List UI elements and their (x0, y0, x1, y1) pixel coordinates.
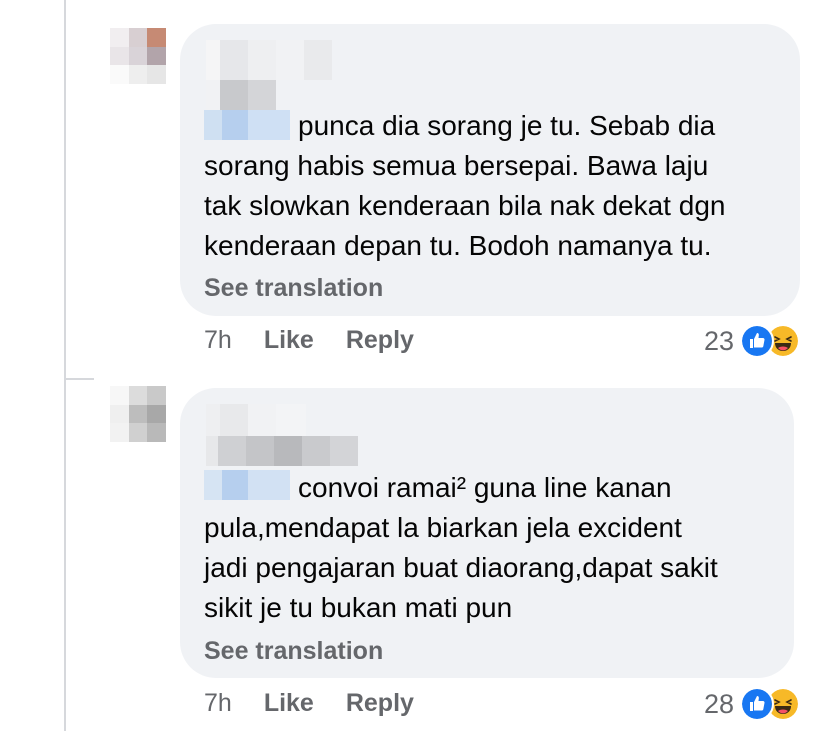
reaction-count: 28 (704, 688, 735, 719)
comment-actions: 7h Like Reply (204, 689, 446, 718)
avatar[interactable] (110, 386, 166, 442)
like-button[interactable]: Like (264, 689, 314, 718)
like-icon (740, 687, 775, 721)
commenter-name-redacted[interactable] (206, 40, 332, 80)
timestamp[interactable]: 7h (204, 689, 232, 718)
comment-text-line: punca dia sorang je tu. Sebab dia (298, 110, 716, 141)
reaction-count: 23 (704, 325, 735, 356)
like-icon (740, 324, 775, 358)
commenter-badge-redacted (206, 436, 358, 466)
reactions-summary[interactable]: 28 (704, 687, 801, 721)
commenter-name-redacted[interactable] (206, 404, 306, 436)
avatar[interactable] (110, 28, 166, 84)
comment-text-line: pula,mendapat la biarkan jela excident (204, 512, 682, 543)
mention-tag-redacted[interactable] (204, 470, 290, 500)
reply-button[interactable]: Reply (346, 326, 414, 355)
timestamp[interactable]: 7h (204, 326, 232, 355)
like-button[interactable]: Like (264, 326, 314, 355)
see-translation-link[interactable]: See translation (204, 637, 383, 666)
mention-tag-redacted[interactable] (204, 110, 290, 140)
comment-text-line: sikit je tu bukan mati pun (204, 592, 513, 623)
thread-line-branch (64, 378, 94, 380)
reactions-summary[interactable]: 23 (704, 324, 801, 358)
comment-text-line: tak slowkan kenderaan bila nak dekat dgn (204, 190, 726, 221)
comment-text-line: kenderaan depan tu. Bodoh namanya tu. (204, 230, 712, 261)
commenter-badge-redacted (206, 80, 276, 110)
comment-text-line: jadi pengajaran buat diaorang,dapat saki… (204, 552, 718, 583)
see-translation-link[interactable]: See translation (204, 274, 383, 303)
comment-text-line: sorang habis semua bersepai. Bawa laju (204, 150, 709, 181)
comment-text-line: convoi ramai² guna line kanan (298, 472, 672, 503)
reply-button[interactable]: Reply (346, 689, 414, 718)
thread-line-vertical (64, 0, 66, 731)
comment-actions: 7h Like Reply (204, 326, 446, 355)
